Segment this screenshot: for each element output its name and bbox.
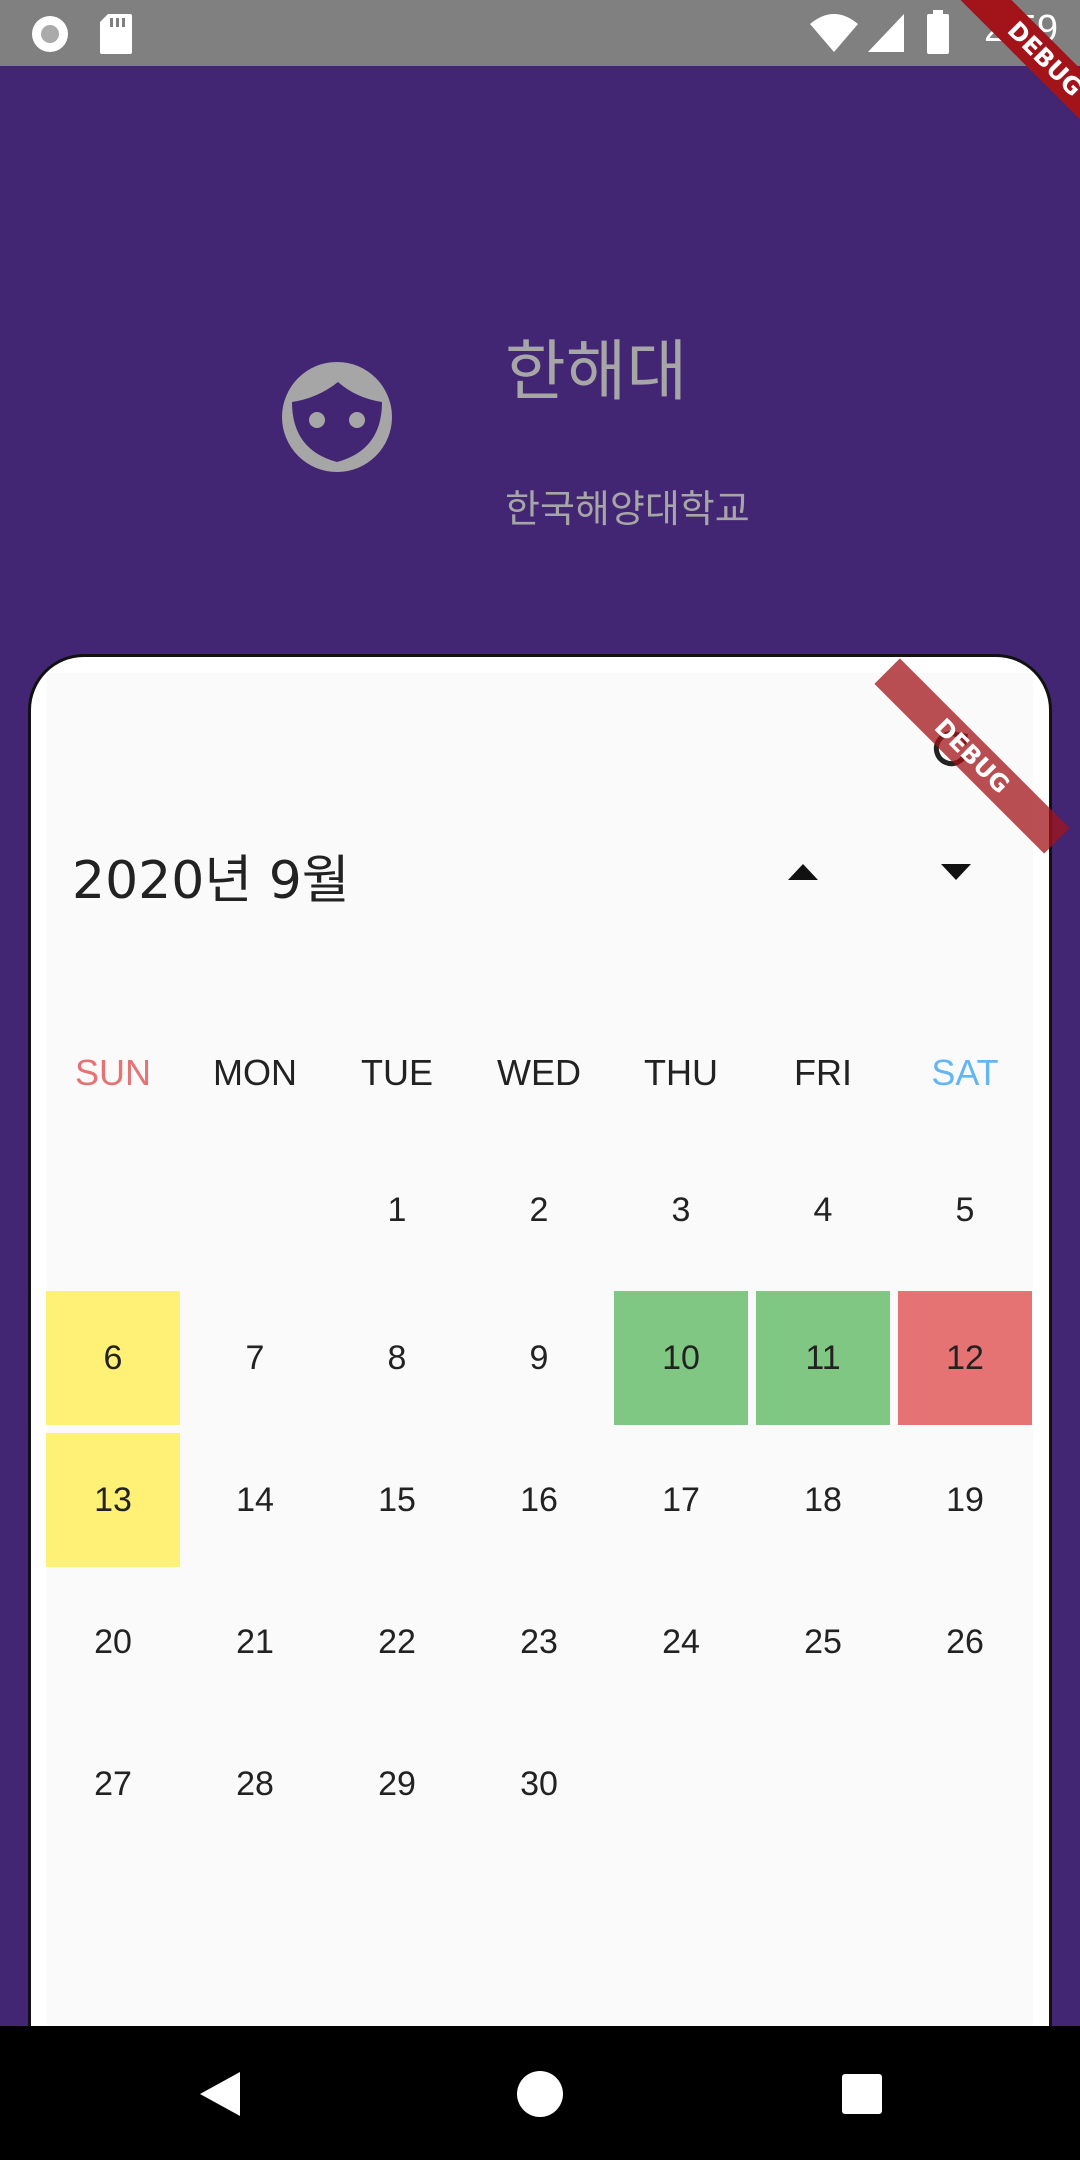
month-title: 2020년 9월 <box>72 851 350 911</box>
weekday-fri: FRI <box>794 1052 852 1093</box>
day-cell[interactable]: 24 <box>614 1575 748 1709</box>
day-cell[interactable]: 8 <box>330 1291 464 1425</box>
back-icon[interactable] <box>198 2070 242 2118</box>
weekday-sat: SAT <box>931 1052 999 1093</box>
weekday-wed: WED <box>497 1052 581 1093</box>
day-cell[interactable]: 5 <box>898 1143 1032 1277</box>
recents-icon[interactable] <box>840 2072 884 2116</box>
day-cell[interactable]: 16 <box>472 1433 606 1567</box>
profile-subtitle: 한국해양대학교 <box>505 487 750 531</box>
day-cell[interactable]: 1 <box>330 1143 464 1277</box>
day-cell[interactable]: 22 <box>330 1575 464 1709</box>
arrow-up-icon <box>788 864 818 880</box>
record-icon <box>32 16 68 52</box>
day-cell[interactable]: 7 <box>188 1291 322 1425</box>
day-cell[interactable]: 23 <box>472 1575 606 1709</box>
day-cell[interactable]: 20 <box>46 1575 180 1709</box>
day-cell[interactable]: 18 <box>756 1433 890 1567</box>
arrow-down-icon <box>941 864 971 880</box>
sd-card-icon <box>100 14 132 54</box>
day-cell[interactable]: 3 <box>614 1143 748 1277</box>
day-cell[interactable]: 12 <box>898 1291 1032 1425</box>
day-cell[interactable]: 11 <box>756 1291 890 1425</box>
cell-signal-icon <box>868 14 904 52</box>
weekday-sun: SUN <box>74 1052 151 1093</box>
day-cell[interactable]: 4 <box>756 1143 890 1277</box>
day-cell[interactable]: 14 <box>188 1433 322 1567</box>
status-bar: 2:59 <box>0 0 1080 66</box>
wifi-icon <box>810 14 858 52</box>
day-cell[interactable]: 25 <box>756 1575 890 1709</box>
navigation-bar <box>0 2026 1080 2160</box>
day-cell[interactable]: 15 <box>330 1433 464 1567</box>
day-cell[interactable]: 21 <box>188 1575 322 1709</box>
home-icon[interactable] <box>516 2070 564 2118</box>
face-icon <box>282 362 392 472</box>
day-cell[interactable]: 26 <box>898 1575 1032 1709</box>
day-cell[interactable]: 17 <box>614 1433 748 1567</box>
day-cell[interactable]: 10 <box>614 1291 748 1425</box>
day-cell[interactable]: 13 <box>46 1433 180 1567</box>
day-cell[interactable]: 9 <box>472 1291 606 1425</box>
day-cell[interactable]: 19 <box>898 1433 1032 1567</box>
day-cell[interactable]: 6 <box>46 1291 180 1425</box>
weekday-tue: TUE <box>361 1052 433 1093</box>
day-cell[interactable]: 29 <box>330 1717 464 1851</box>
profile-name: 한해대 <box>505 333 688 410</box>
day-cell[interactable]: 27 <box>46 1717 180 1851</box>
weekday-mon: MON <box>213 1052 297 1093</box>
day-cell[interactable]: 2 <box>472 1143 606 1277</box>
day-cell[interactable]: 30 <box>472 1717 606 1851</box>
next-month-button[interactable] <box>926 842 986 902</box>
prev-month-button[interactable] <box>773 842 833 902</box>
day-cell[interactable]: 28 <box>188 1717 322 1851</box>
weekday-thu: THU <box>644 1052 718 1093</box>
battery-icon <box>927 10 949 54</box>
